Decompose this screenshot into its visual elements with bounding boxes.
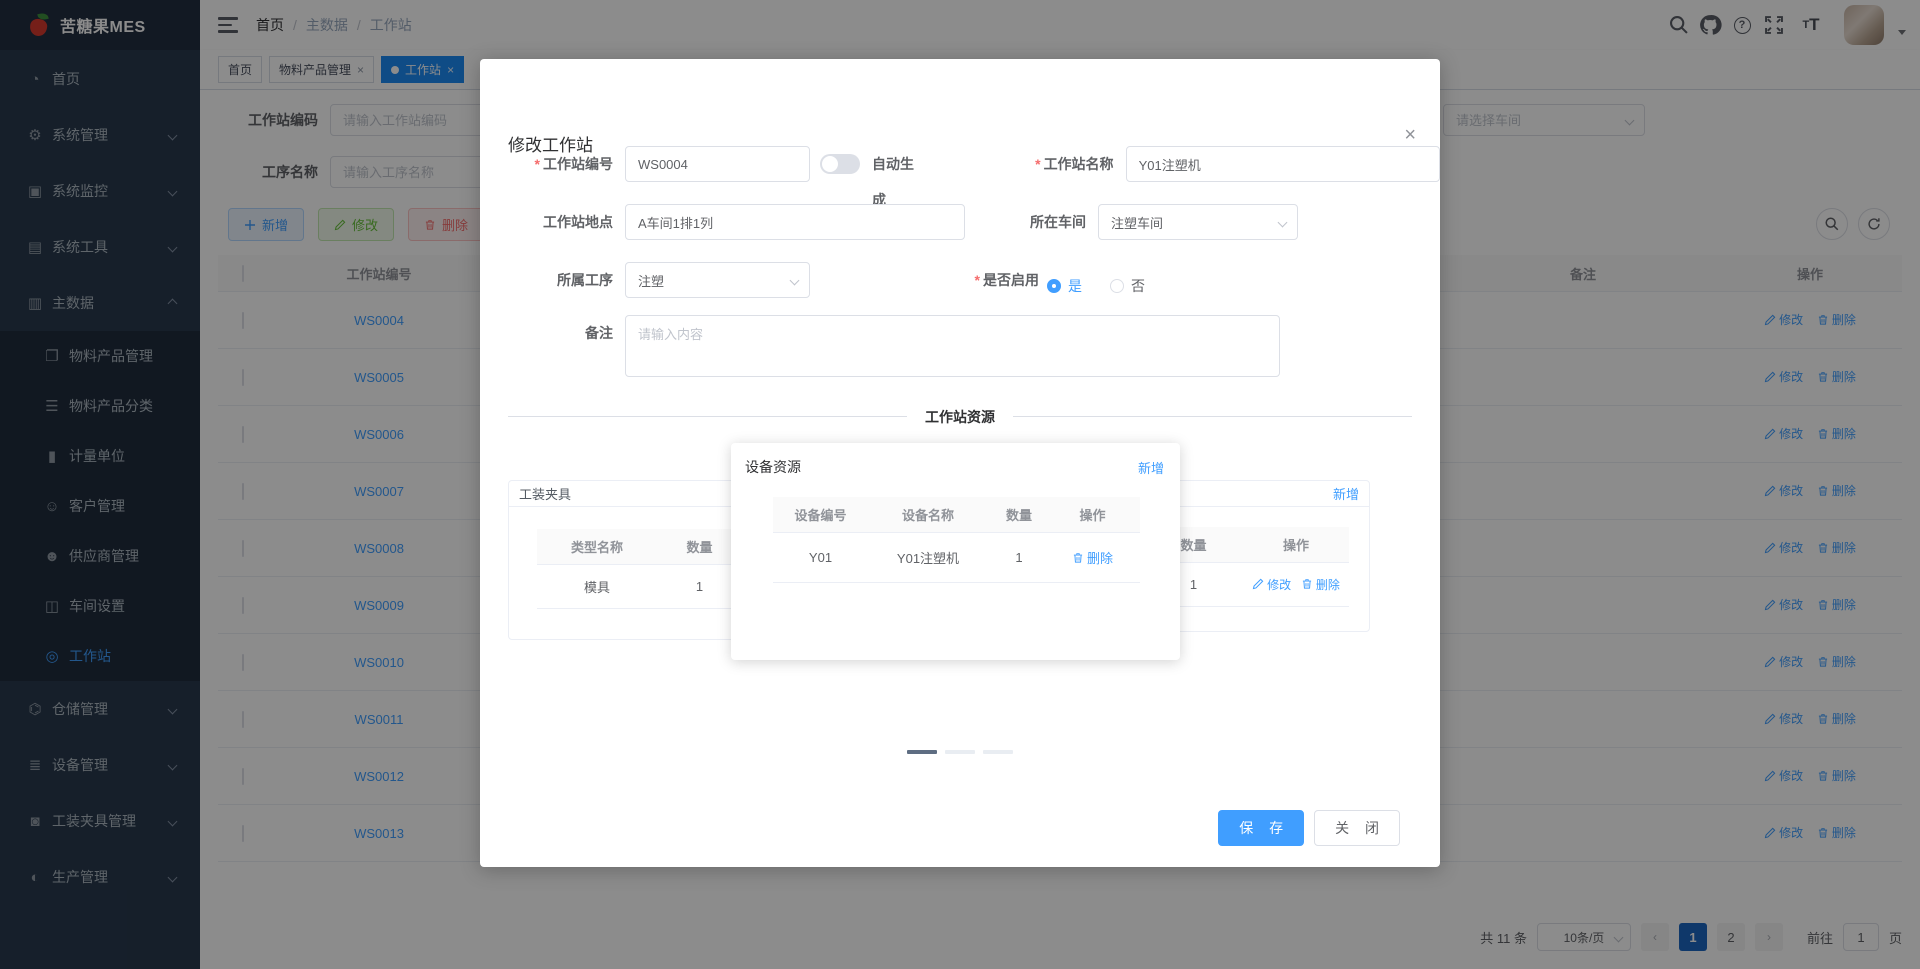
workshop-dropdown-input[interactable] bbox=[1098, 204, 1298, 240]
process-dropdown[interactable] bbox=[625, 262, 810, 298]
location-input[interactable] bbox=[625, 204, 965, 240]
resource-carousel-indicators bbox=[907, 750, 1013, 754]
carousel-dash-3[interactable] bbox=[983, 750, 1013, 754]
equip-name-cell: Y01注塑机 bbox=[896, 551, 960, 566]
equipment-add-link[interactable]: 新增 bbox=[1138, 458, 1164, 477]
field-enabled-label: * 是否启用 bbox=[974, 272, 1039, 288]
edit-workstation-modal: 修改工作站 × *工作站编号 自动生成 *工作站名称 工作站地点 所在车间 bbox=[480, 59, 1440, 867]
equip-delete-link[interactable]: 删除 bbox=[1072, 548, 1113, 567]
process-dropdown-input[interactable] bbox=[625, 262, 810, 298]
carousel-dash-2[interactable] bbox=[945, 750, 975, 754]
modal-footer: 保 存 关 闭 bbox=[1218, 810, 1400, 846]
auto-generate-toggle[interactable] bbox=[820, 154, 860, 174]
fixture-type-cell: 模具 bbox=[583, 580, 610, 595]
carousel-dash-1[interactable] bbox=[907, 750, 937, 754]
enabled-no-radio[interactable]: 否 bbox=[1110, 276, 1145, 296]
section-title: 工作站资源 bbox=[480, 407, 1440, 427]
app-root: 苦糖果MES ◔ 首页 ⚙ 系统管理 ▣ 系统监控 ▤ 系统工具 ▥ 主数据 ❐… bbox=[0, 0, 1920, 969]
pencil-icon bbox=[1252, 578, 1264, 590]
equip-qty-cell: 1 bbox=[1015, 550, 1023, 565]
equip-col-qty: 数量 bbox=[1005, 508, 1032, 523]
other-edit-link[interactable]: 修改 bbox=[1252, 576, 1291, 593]
equipment-card-title: 设备资源 bbox=[745, 459, 801, 475]
modal-close-icon[interactable]: × bbox=[1404, 125, 1416, 145]
close-button[interactable]: 关 闭 bbox=[1314, 810, 1400, 846]
other-col-actions: 操作 bbox=[1282, 538, 1309, 553]
save-button[interactable]: 保 存 bbox=[1218, 810, 1305, 846]
workshop-dropdown[interactable] bbox=[1098, 204, 1298, 240]
name-input[interactable] bbox=[1125, 146, 1440, 182]
equip-code-cell: Y01 bbox=[808, 550, 833, 565]
enabled-radio-group: 是 否 bbox=[1047, 273, 1145, 298]
field-remark-label: 备注 bbox=[585, 325, 613, 341]
trash-icon bbox=[1072, 552, 1084, 564]
remark-textarea[interactable] bbox=[625, 315, 1280, 377]
enabled-yes-radio[interactable]: 是 bbox=[1047, 276, 1082, 296]
trash-icon bbox=[1301, 578, 1313, 590]
other-delete-link[interactable]: 删除 bbox=[1301, 576, 1340, 593]
field-workshop-label: 所在车间 bbox=[1030, 214, 1086, 230]
fixture-qty-cell: 1 bbox=[695, 579, 704, 594]
field-location-label: 工作站地点 bbox=[543, 214, 613, 230]
fixture-col-type: 类型名称 bbox=[570, 540, 623, 555]
equip-col-actions: 操作 bbox=[1079, 508, 1106, 523]
equipment-resource-card: 设备资源 新增 设备编号 设备名称 数量 操作 Y01 Y01注塑机 1 删除 bbox=[731, 443, 1180, 660]
fixture-col-qty: 数量 bbox=[686, 540, 713, 555]
code-input[interactable] bbox=[625, 146, 810, 182]
field-process-label: 所属工序 bbox=[557, 272, 613, 288]
other-card-add-link[interactable]: 新增 bbox=[1333, 484, 1359, 503]
equip-col-name: 设备名称 bbox=[901, 508, 954, 523]
equip-col-code: 设备编号 bbox=[794, 508, 847, 523]
fixture-card-title: 工装夹具 bbox=[519, 487, 572, 502]
